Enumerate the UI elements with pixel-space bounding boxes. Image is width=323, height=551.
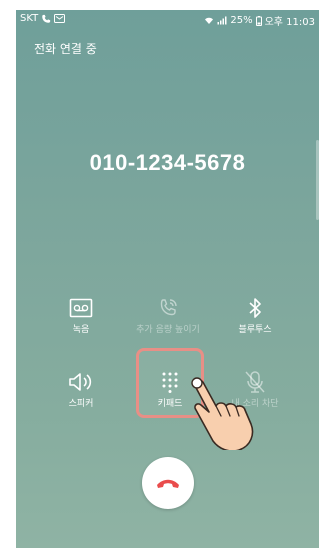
voicemail-icon: [69, 298, 93, 318]
battery-percent: 25%: [230, 15, 253, 26]
bluetooth-label: 블루투스: [238, 325, 272, 335]
phone-icon: [42, 14, 51, 23]
signal-icon: [217, 16, 227, 25]
volume-boost-label: 추가 음량 높이기: [136, 325, 200, 335]
bluetooth-icon: [249, 298, 261, 318]
status-bar: SKT 25% 오후 11:03: [16, 10, 319, 28]
end-call-button[interactable]: [142, 457, 194, 509]
battery-icon: [255, 15, 262, 26]
message-icon: [54, 14, 66, 23]
wifi-icon: [205, 17, 214, 24]
pointing-hand-icon: [191, 377, 254, 450]
volume-boost-icon: [160, 299, 177, 316]
bluetooth-button[interactable]: 블루투스: [212, 294, 298, 335]
end-call-icon: [157, 479, 179, 488]
call-status-label: 전화 연결 중: [34, 42, 97, 56]
call-screen: SKT 25% 오후 11:03 전화 연결 중 010-1234-5678 녹…: [16, 10, 319, 548]
clock: 오후 11:03: [264, 17, 315, 28]
speaker-button[interactable]: 스피커: [38, 368, 124, 409]
speaker-icon: [69, 373, 92, 391]
scrollbar: [316, 140, 319, 220]
record-button[interactable]: 녹음: [38, 294, 124, 335]
record-label: 녹음: [72, 325, 90, 335]
keypad-icon: [162, 372, 178, 393]
volume-boost-button[interactable]: 추가 음량 높이기: [125, 294, 211, 335]
speaker-label: 스피커: [68, 399, 94, 409]
phone-number: 010-1234-5678: [89, 150, 246, 175]
carrier-label: SKT: [20, 13, 39, 24]
